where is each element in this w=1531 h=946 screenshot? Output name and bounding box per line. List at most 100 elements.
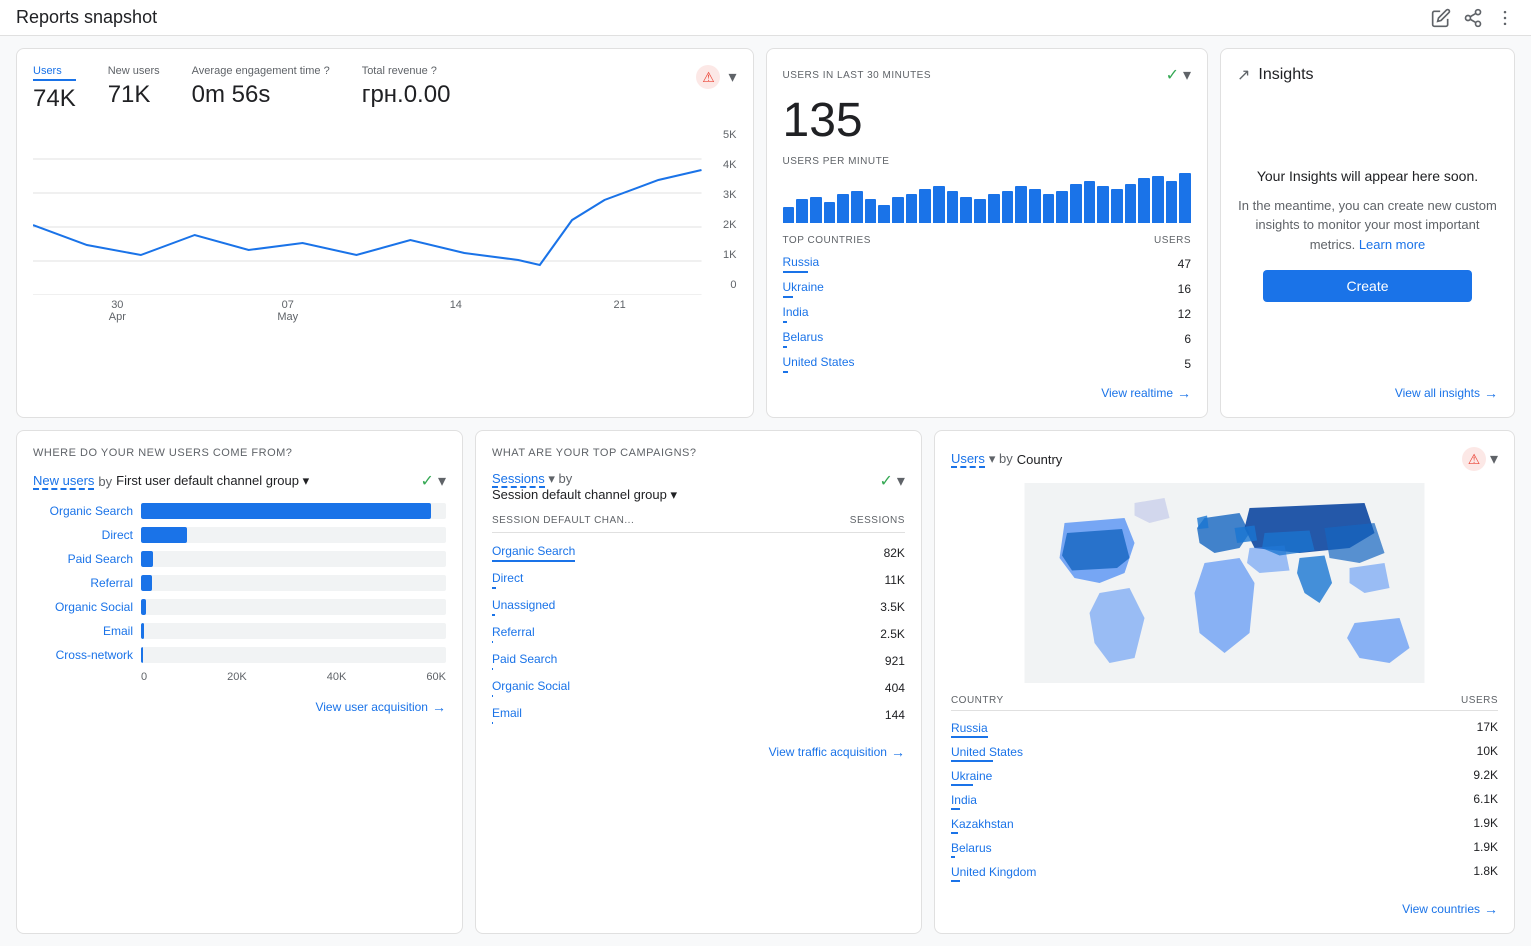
view-countries-link[interactable]: View countries → (951, 901, 1498, 917)
acq-channel-label[interactable]: Referral (33, 576, 133, 590)
map-country-rows: Russia 17K United States 10K Ukraine 9.2… (951, 717, 1498, 885)
engagement-label: Average engagement time ? (192, 65, 330, 77)
warning-icon[interactable]: ⚠ (696, 65, 720, 89)
acq-channel-label[interactable]: Email (33, 624, 133, 638)
map-warning-icon[interactable]: ⚠ (1462, 447, 1486, 471)
map-title: Users ▾ by Country (951, 451, 1062, 468)
map-country-name[interactable]: United Kingdom (951, 865, 1036, 879)
y-label-2k: 2K (707, 219, 737, 231)
country-col-header: COUNTRY (951, 695, 1004, 706)
acq-channel-label[interactable]: Organic Social (33, 600, 133, 614)
map-country-name[interactable]: United States (951, 745, 1023, 759)
country-link[interactable]: Belarus (783, 330, 824, 344)
map-country-cell: Russia (951, 720, 988, 738)
channel-name[interactable]: Paid Search (492, 652, 557, 666)
channel-cell: Email (492, 705, 522, 724)
country-link[interactable]: India (783, 305, 809, 319)
bar-mini (783, 207, 795, 223)
new-users-metric: New users 71K (108, 65, 160, 109)
bar-mini (960, 197, 972, 223)
map-dropdown-btn[interactable]: ▾ (1490, 449, 1498, 469)
acq-channel-label[interactable]: Paid Search (33, 552, 133, 566)
acq-channel-label[interactable]: Cross-network (33, 648, 133, 662)
bar-mini (906, 194, 918, 223)
more-icon[interactable] (1495, 8, 1515, 28)
users-filter-map[interactable]: Users (951, 451, 985, 468)
create-insights-button[interactable]: Create (1263, 270, 1472, 302)
country-bar (783, 321, 788, 323)
revenue-help-icon[interactable]: ? (431, 65, 437, 77)
share-icon[interactable] (1463, 8, 1483, 28)
map-country-name[interactable]: Ukraine (951, 769, 992, 783)
country-name-val: Russia (783, 254, 820, 273)
channel-name[interactable]: Referral (492, 625, 535, 639)
map-bar (951, 880, 960, 882)
y-axis-labels: 5K 4K 3K 2K 1K 0 (707, 125, 737, 295)
main-content: Users 74K New users 71K Average engageme… (0, 36, 1531, 946)
acq-check-icon[interactable]: ✓ (421, 471, 434, 491)
bottom-row: WHERE DO YOUR NEW USERS COME FROM? New u… (16, 430, 1515, 934)
chevron-down-icon-camp: ▾ (671, 487, 678, 502)
new-users-filter[interactable]: New users (33, 473, 94, 490)
engagement-help-icon[interactable]: ? (324, 65, 330, 77)
country-row: India12 (783, 304, 1192, 323)
users-label[interactable]: Users (33, 65, 76, 81)
metrics-dropdown-btn[interactable]: ▾ (728, 67, 736, 87)
x-axis-label: 60K (426, 671, 446, 683)
dimension-filter-acq[interactable]: First user default channel group ▾ (116, 473, 309, 489)
map-bar (951, 856, 955, 858)
map-country-name[interactable]: Russia (951, 721, 988, 735)
users-value: 74K (33, 85, 76, 113)
map-country-val: 10K (1477, 744, 1498, 762)
sessions-value: 82K (884, 546, 905, 560)
new-users-label[interactable]: New users (108, 65, 160, 77)
world-map-svg (951, 483, 1498, 683)
view-traffic-acquisition-link[interactable]: View traffic acquisition → (492, 744, 905, 760)
edit-icon[interactable] (1431, 8, 1451, 28)
acq-bar-container (141, 575, 446, 591)
learn-more-link[interactable]: Learn more (1359, 237, 1425, 252)
bar-mini (892, 197, 904, 223)
insights-title: Insights (1258, 66, 1313, 84)
view-all-insights-link[interactable]: View all insights → (1237, 385, 1498, 401)
view-realtime-link[interactable]: View realtime → (783, 385, 1192, 401)
acq-bar-container (141, 599, 446, 615)
camp-dropdown-btn[interactable]: ▾ (897, 471, 905, 491)
chart-with-y-axis: 5K 4K 3K 2K 1K 0 (33, 125, 737, 295)
sessions-filter[interactable]: Sessions (492, 471, 545, 488)
country-name-val: Belarus (783, 329, 824, 348)
acq-channel-label[interactable]: Direct (33, 528, 133, 542)
camp-check-icon[interactable]: ✓ (880, 471, 893, 491)
channel-name[interactable]: Unassigned (492, 598, 555, 612)
channel-name[interactable]: Organic Search (492, 544, 575, 558)
channel-name[interactable]: Email (492, 706, 522, 720)
realtime-label: USERS IN LAST 30 MINUTES (783, 70, 932, 81)
country-link[interactable]: United States (783, 355, 855, 369)
country-name-val: United States (783, 354, 855, 373)
country-bar (783, 371, 789, 373)
channel-name[interactable]: Direct (492, 571, 523, 585)
map-table: COUNTRY USERS Russia 17K United States 1… (951, 695, 1498, 885)
country-link[interactable]: Ukraine (783, 280, 824, 294)
x-axis-labels-acq: 020K40K60K (33, 671, 446, 683)
map-country-name[interactable]: India (951, 793, 977, 807)
country-filter-map[interactable]: Country (1017, 452, 1063, 467)
realtime-check-icon[interactable]: ✓ (1166, 65, 1179, 85)
bar-mini (919, 189, 931, 223)
view-user-acquisition-link[interactable]: View user acquisition → (33, 699, 446, 715)
country-link[interactable]: Russia (783, 255, 820, 269)
dimension-filter-camp[interactable]: Session default channel group ▾ (492, 487, 677, 503)
acq-bar-fill (141, 623, 144, 639)
map-country-row: Russia 17K (951, 717, 1498, 741)
bar-mini (1043, 194, 1055, 223)
chevron-down-icon-acq: ▾ (303, 473, 310, 488)
acq-channel-label[interactable]: Organic Search (33, 504, 133, 518)
map-country-name[interactable]: Belarus (951, 841, 992, 855)
acq-dropdown-btn[interactable]: ▾ (438, 471, 446, 491)
map-country-name[interactable]: Kazakhstan (951, 817, 1014, 831)
engagement-metric: Average engagement time ? 0m 56s (192, 65, 330, 109)
realtime-dropdown-btn[interactable]: ▾ (1183, 65, 1191, 85)
channel-name[interactable]: Organic Social (492, 679, 570, 693)
x-label-may14: 14 (450, 299, 462, 323)
channel-cell: Organic Search (492, 543, 575, 562)
